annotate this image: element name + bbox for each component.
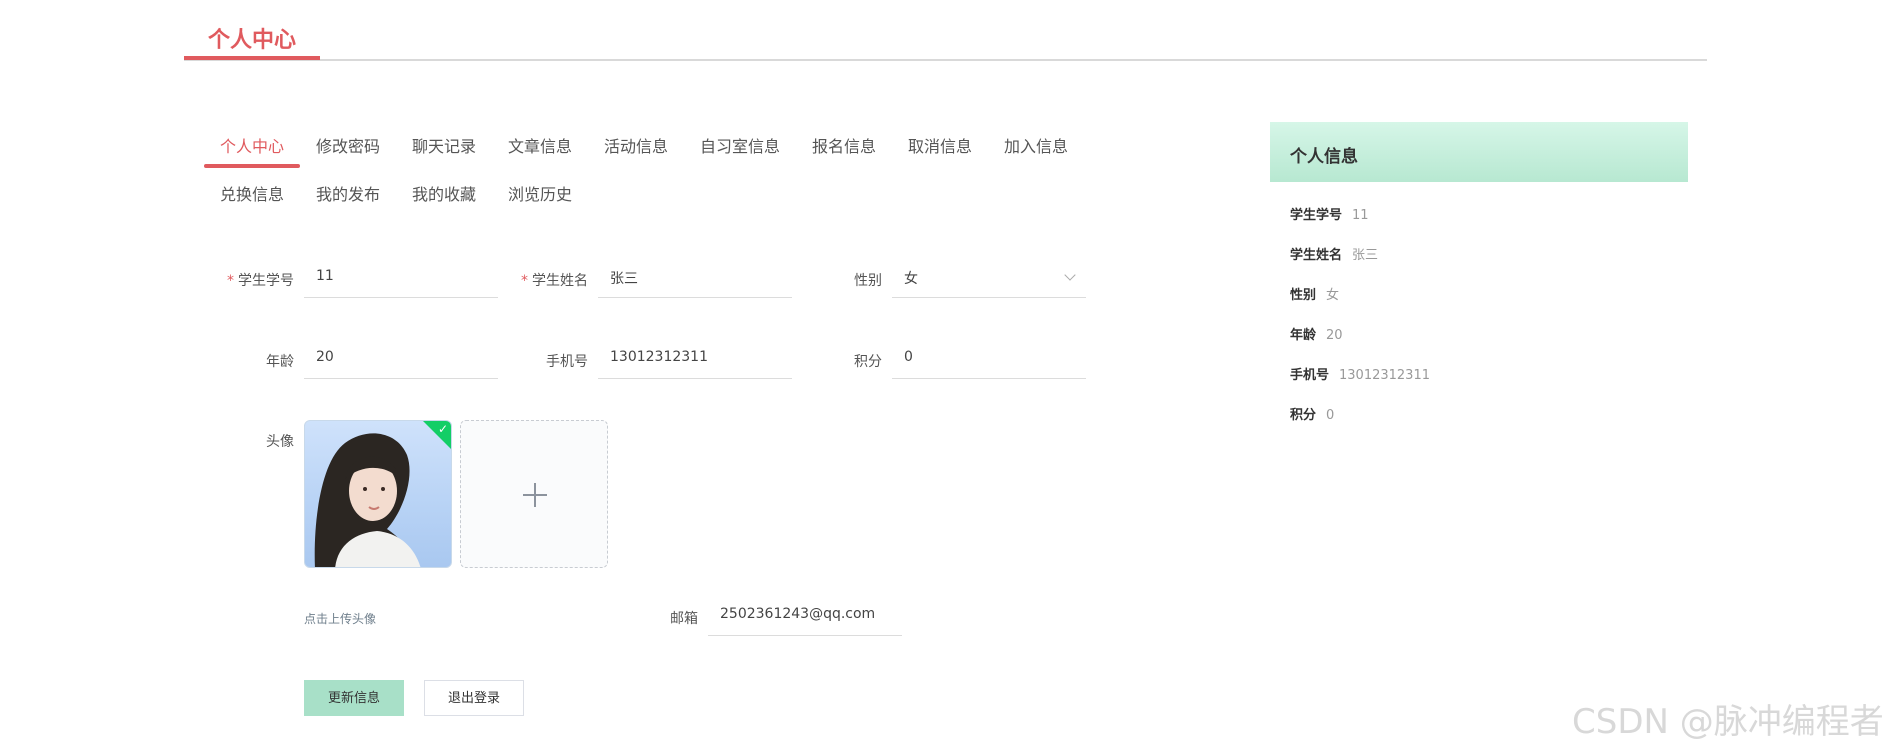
info-row-phone: 手机号 13012312311 [1290,368,1430,383]
phone-input[interactable]: 13012312311 [598,339,792,379]
page-title-underline [184,56,320,60]
info-row-gender: 性别女 [1290,288,1340,303]
gender-select-value: 女 [904,271,918,287]
tab-my-posts[interactable]: 我的发布 [316,181,380,205]
required-mark: * [521,273,528,289]
tab-study-room-info[interactable]: 自习室信息 [700,133,780,157]
info-row-age: 年龄 20 [1290,328,1343,343]
plus-icon-vertical [534,483,536,507]
info-row-student-id: 学生学号 11 [1290,208,1369,223]
check-icon: ✓ [437,422,448,436]
phone-label: 手机号 [546,354,588,370]
student-name-input[interactable]: 张三 [598,258,792,298]
page-header: 个人中心 [184,0,1707,61]
upload-avatar-hint[interactable]: 点击上传头像 [304,610,376,627]
tab-my-favorites[interactable]: 我的收藏 [412,181,476,205]
age-label: 年龄 [266,354,294,370]
personal-info-header: 个人信息 [1270,122,1688,182]
personal-info-title: 个人信息 [1290,147,1358,167]
page-title: 个人中心 [208,28,297,53]
age-input[interactable]: 20 [304,339,498,379]
tab-article-info[interactable]: 文章信息 [508,133,572,157]
tab-activity-info[interactable]: 活动信息 [604,133,668,157]
chevron-down-icon [1064,269,1076,281]
tab-exchange-info[interactable]: 兑换信息 [220,181,284,205]
tab-chat-records[interactable]: 聊天记录 [412,133,476,157]
gender-label: 性别 [854,273,882,289]
email-label: 邮箱 [670,611,698,627]
tab-join-info[interactable]: 加入信息 [1004,133,1068,157]
tab-cancel-info[interactable]: 取消信息 [908,133,972,157]
update-info-button[interactable]: 更新信息 [304,680,404,716]
student-id-label: * 学生学号 [227,273,294,289]
info-row-student-name: 学生姓名 张三 [1290,248,1379,263]
active-tab-indicator [204,164,300,168]
student-id-input[interactable]: 11 [304,258,498,298]
logout-button[interactable]: 退出登录 [424,680,524,716]
tab-personal-center[interactable]: 个人中心 [220,133,284,157]
student-name-label: * 学生姓名 [521,273,588,289]
avatar-image[interactable]: ✓ [304,420,452,568]
tab-change-password[interactable]: 修改密码 [316,133,380,157]
email-input[interactable]: 2502361243@qq.com [708,596,902,636]
watermark: CSDN @脉冲编程者 [1572,702,1884,742]
required-mark: * [227,273,234,289]
points-label: 积分 [854,354,882,370]
avatar-label: 头像 [266,434,294,450]
info-row-points: 积分 0 [1290,408,1335,423]
tab-browse-history[interactable]: 浏览历史 [508,181,572,205]
gender-select[interactable]: 女 [892,258,1086,298]
points-input[interactable]: 0 [892,339,1086,379]
tab-signup-info[interactable]: 报名信息 [812,133,876,157]
avatar-upload-button[interactable] [460,420,608,568]
